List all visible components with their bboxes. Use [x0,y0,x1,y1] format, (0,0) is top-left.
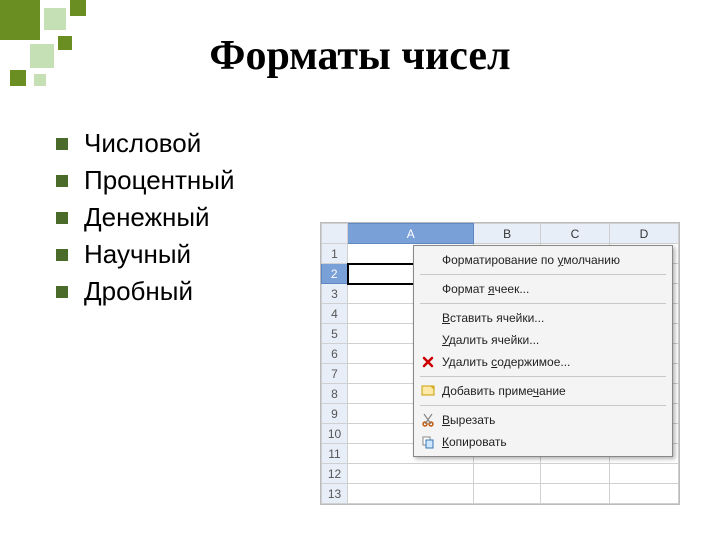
grid-corner[interactable] [322,224,348,244]
row-header[interactable]: 6 [322,344,348,364]
bullet-text: Числовой [84,128,201,159]
note-icon [420,383,436,399]
delete-icon [420,354,436,370]
bullet-text: Научный [84,239,191,270]
menu-label: Удалить содержимое... [442,355,570,369]
copy-icon [420,434,436,450]
menu-item-copy[interactable]: Копировать [414,431,672,453]
column-header-D[interactable]: D [609,224,678,244]
menu-item-delete-contents[interactable]: Удалить содержимое... [414,351,672,373]
row-header[interactable]: 8 [322,384,348,404]
bullet-marker-icon [56,249,68,261]
menu-item-add-comment[interactable]: Добавить примечание [414,380,672,402]
menu-item-format-cells[interactable]: Формат ячеек... [414,278,672,300]
bullet-text: Процентный [84,165,235,196]
bullet-text: Денежный [84,202,210,233]
menu-label: Форматирование по умолчанию [442,253,620,267]
slide-title: Форматы чисел [0,32,720,80]
row-header[interactable]: 10 [322,424,348,444]
context-menu: Форматирование по умолчанию Формат ячеек… [413,245,673,457]
menu-item-insert-cells[interactable]: Вставить ячейки... [414,307,672,329]
menu-label: Вырезать [442,413,495,427]
menu-label: Вставить ячейки... [442,311,544,325]
row-header[interactable]: 11 [322,444,348,464]
menu-separator [420,376,666,377]
bullet-marker-icon [56,212,68,224]
menu-item-default-formatting[interactable]: Форматирование по умолчанию [414,249,672,271]
menu-separator [420,303,666,304]
menu-label: Формат ячеек... [442,282,529,296]
row-header[interactable]: 13 [322,484,348,504]
bullet-marker-icon [56,175,68,187]
menu-separator [420,405,666,406]
menu-item-cut[interactable]: Вырезать [414,409,672,431]
row-header[interactable]: 12 [322,464,348,484]
row-header[interactable]: 7 [322,364,348,384]
row-header[interactable]: 5 [322,324,348,344]
menu-label: Добавить примечание [442,384,566,398]
row-header[interactable]: 9 [322,404,348,424]
spreadsheet-screenshot: A B C D 123,2 2 3 4 5 6 7 8 9 10 11 12 1… [320,222,680,505]
column-header-B[interactable]: B [474,224,540,244]
column-header-C[interactable]: C [540,224,609,244]
menu-label: Копировать [442,435,507,449]
cut-icon [420,412,436,428]
row-header[interactable]: 3 [322,284,348,304]
bullet-marker-icon [56,138,68,150]
bullet-text: Дробный [84,276,193,307]
row-header[interactable]: 2 [322,264,348,284]
menu-item-delete-cells[interactable]: Удалить ячейки... [414,329,672,351]
row-header[interactable]: 4 [322,304,348,324]
menu-separator [420,274,666,275]
column-header-A[interactable]: A [348,224,474,244]
row-header[interactable]: 1 [322,244,348,264]
bullet-list: Числовой Процентный Денежный Научный Дро… [56,128,235,313]
bullet-marker-icon [56,286,68,298]
menu-label: Удалить ячейки... [442,333,539,347]
